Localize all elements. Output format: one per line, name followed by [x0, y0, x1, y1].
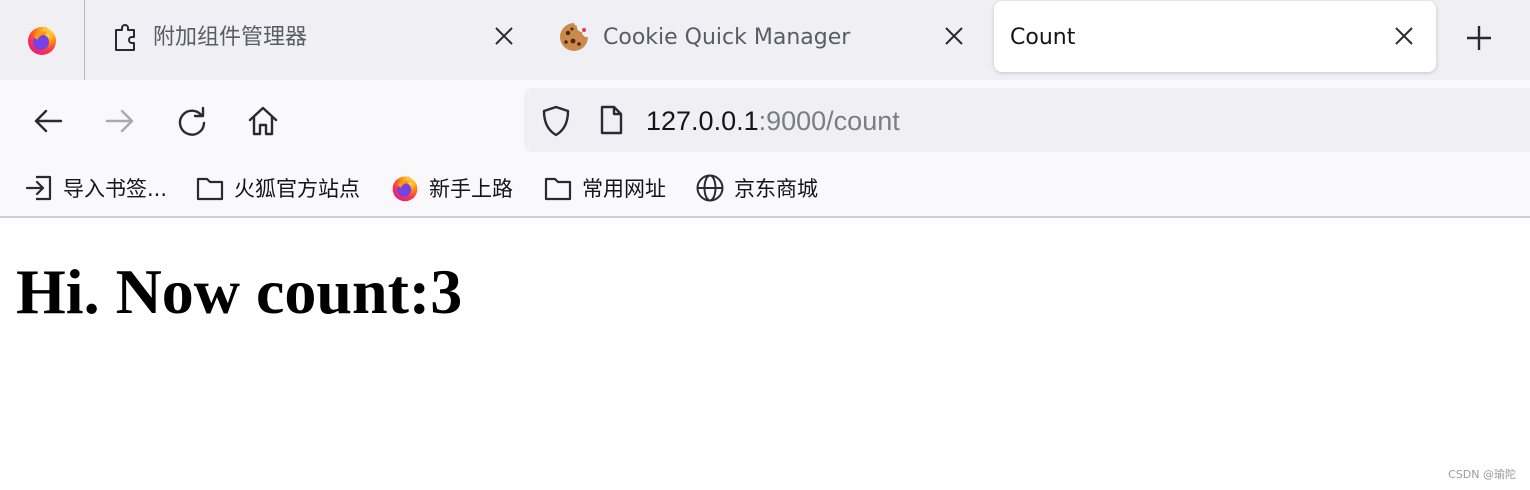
cookie-icon — [560, 23, 588, 51]
puzzle-icon — [115, 24, 135, 51]
watermark: CSDN @瑜陀 — [1448, 468, 1516, 481]
close-tab-icon[interactable] — [1392, 24, 1416, 48]
page-content: Hi. Now count:3 CSDN @瑜陀 — [0, 218, 1530, 490]
close-tab-icon[interactable] — [492, 24, 516, 48]
tab-label: Count — [1010, 25, 1076, 50]
bookmark-label: 火狐官方站点 — [234, 177, 360, 201]
bookmark-label: 新手上路 — [429, 177, 513, 201]
forward-arrow-icon[interactable] — [103, 104, 137, 138]
bookmark-getting-started[interactable]: 新手上路 — [390, 172, 513, 204]
firefox-logo-icon — [28, 26, 56, 55]
tab-count[interactable]: Count — [994, 1, 1436, 72]
tab-label: 附加组件管理器 — [153, 25, 308, 50]
folder-icon — [196, 177, 224, 201]
url-path: :9000/count — [758, 106, 900, 136]
new-tab-plus-icon[interactable] — [1464, 23, 1494, 53]
tab-separator — [84, 0, 85, 80]
url-text[interactable]: 127.0.0.1:9000/count — [646, 106, 900, 136]
bookmark-folder-common-sites[interactable]: 常用网址 — [543, 172, 666, 204]
globe-icon — [696, 174, 724, 202]
home-icon[interactable] — [246, 104, 280, 138]
page-info-icon[interactable] — [598, 105, 624, 135]
firefox-view-button[interactable] — [0, 0, 84, 80]
bookmark-folder-firefox-sites[interactable]: 火狐官方站点 — [195, 172, 360, 204]
url-host: 127.0.0.1 — [646, 106, 759, 136]
close-tab-icon[interactable] — [942, 24, 966, 48]
page-heading: Hi. Now count:3 — [16, 256, 463, 327]
url-bar[interactable]: 127.0.0.1:9000/count — [524, 88, 1530, 152]
import-icon — [25, 175, 52, 201]
tab-addons-manager[interactable]: 附加组件管理器 — [110, 0, 530, 74]
bookmark-label: 导入书签... — [63, 177, 168, 201]
tab-label: Cookie Quick Manager — [603, 25, 851, 50]
bookmark-label: 京东商城 — [734, 177, 818, 201]
tracking-protection-shield-icon[interactable] — [540, 104, 572, 138]
tab-strip: 附加组件管理器 Cookie Quick Manager Count — [0, 0, 1530, 80]
tab-cookie-quick-manager[interactable]: Cookie Quick Manager — [558, 0, 978, 74]
bookmarks-toolbar: 导入书签... 火狐官方站点 新手上路 常用网址 京东商城 — [0, 162, 1530, 218]
firefox-icon — [392, 175, 418, 202]
back-arrow-icon[interactable] — [31, 104, 65, 138]
bookmark-jd-mall[interactable]: 京东商城 — [695, 172, 818, 204]
bookmark-label: 常用网址 — [582, 177, 666, 201]
folder-icon — [544, 177, 572, 201]
bookmark-import[interactable]: 导入书签... — [24, 172, 167, 204]
reload-icon[interactable] — [175, 104, 209, 138]
navigation-toolbar: 127.0.0.1:9000/count — [0, 80, 1530, 162]
